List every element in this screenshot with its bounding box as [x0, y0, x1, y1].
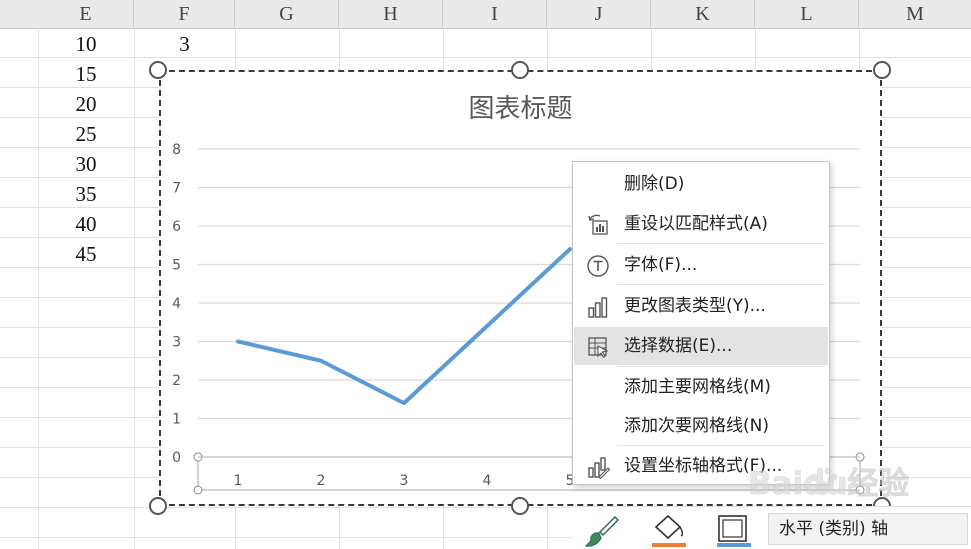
- resize-handle-bottom-center[interactable]: [511, 497, 529, 515]
- baidu-watermark: Baidu经验: [744, 458, 944, 508]
- y-tick-label: 4: [172, 296, 181, 312]
- y-tick-label: 3: [172, 335, 181, 351]
- menu-item-label: 添加次要网格线(N): [624, 416, 769, 436]
- cell-e6[interactable]: 30: [38, 149, 134, 179]
- y-tick-label: 0: [172, 450, 181, 466]
- resize-handle-top-left[interactable]: [149, 61, 167, 79]
- row-header-corner[interactable]: [0, 0, 38, 29]
- format-axis-icon: [586, 455, 611, 480]
- cell-e5[interactable]: 25: [38, 119, 134, 149]
- resize-handle-bottom-left[interactable]: [149, 497, 167, 515]
- cell-e2[interactable]: 10: [38, 29, 134, 59]
- x-tick-label: 3: [400, 473, 409, 489]
- menu-item-font[interactable]: 字体(F)...: [574, 246, 828, 284]
- context-menu: 删除(D) 重设以匹配样式(A) 字体(F)... 更改图表类型(Y)... 选…: [572, 161, 830, 485]
- column-header-h[interactable]: H: [339, 0, 443, 29]
- cell-e4[interactable]: 20: [38, 89, 134, 119]
- data-point: [569, 248, 571, 250]
- column-header-l[interactable]: L: [755, 0, 859, 29]
- reset-style-icon: [586, 213, 610, 237]
- paint-bucket-icon[interactable]: [650, 513, 686, 549]
- y-tick-label: 5: [172, 258, 181, 274]
- column-header-f[interactable]: F: [134, 0, 235, 29]
- menu-item-add-major-gridlines[interactable]: 添加主要网格线(M): [574, 368, 828, 406]
- resize-handle-top-center[interactable]: [511, 61, 529, 79]
- y-tick-label: 8: [172, 142, 181, 158]
- column-header-k[interactable]: K: [651, 0, 755, 29]
- y-tick-label: 6: [172, 219, 181, 235]
- menu-item-label: 重设以匹配样式(A): [624, 214, 768, 234]
- chart-type-icon: [586, 295, 610, 319]
- menu-item-add-minor-gridlines[interactable]: 添加次要网格线(N): [574, 407, 828, 445]
- cell-f2[interactable]: 3: [134, 29, 235, 59]
- y-tick-label: 7: [172, 181, 181, 197]
- menu-item-label: 更改图表类型(Y)...: [624, 296, 766, 316]
- menu-item-select-data[interactable]: 选择数据(E)...: [574, 327, 828, 365]
- column-header-i[interactable]: I: [443, 0, 547, 29]
- chart-format-toolbar: 水平 (类别) 轴: [572, 506, 971, 549]
- menu-item-label: 添加主要网格线(M): [624, 377, 771, 397]
- data-point: [403, 402, 405, 404]
- cell-e8[interactable]: 40: [38, 209, 134, 239]
- menu-item-label: 字体(F)...: [624, 255, 698, 275]
- x-tick-label: 1: [234, 473, 243, 489]
- outline-icon[interactable]: [715, 513, 751, 549]
- cell-e7[interactable]: 35: [38, 179, 134, 209]
- resize-handle-top-right[interactable]: [873, 61, 891, 79]
- column-header-g[interactable]: G: [235, 0, 339, 29]
- menu-item-change-chart-type[interactable]: 更改图表类型(Y)...: [574, 287, 828, 325]
- column-header-m[interactable]: M: [859, 0, 971, 29]
- menu-item-reset-style[interactable]: 重设以匹配样式(A): [574, 205, 828, 243]
- x-axis-selection-handle: [193, 485, 203, 495]
- data-point: [486, 325, 488, 327]
- cell-e3[interactable]: 15: [38, 59, 134, 89]
- column-header-j[interactable]: J: [547, 0, 651, 29]
- chart-element-select[interactable]: 水平 (类别) 轴: [768, 513, 968, 545]
- paintbrush-icon[interactable]: [584, 513, 620, 549]
- cell-e9[interactable]: 45: [38, 239, 134, 269]
- x-tick-label: 2: [317, 473, 326, 489]
- data-point: [237, 341, 239, 342]
- menu-item-label: 选择数据(E)...: [624, 336, 733, 356]
- font-icon: [586, 254, 610, 278]
- column-header-bar: E F G H I J K L M: [0, 0, 971, 29]
- y-tick-label: 1: [172, 412, 181, 428]
- select-data-icon: [586, 335, 610, 359]
- menu-item-label: 删除(D): [624, 174, 685, 194]
- x-tick-label: 4: [483, 473, 492, 489]
- y-tick-label: 2: [172, 373, 181, 389]
- column-header-e[interactable]: E: [38, 0, 134, 29]
- menu-item-delete[interactable]: 删除(D): [574, 165, 828, 203]
- data-point: [320, 360, 322, 362]
